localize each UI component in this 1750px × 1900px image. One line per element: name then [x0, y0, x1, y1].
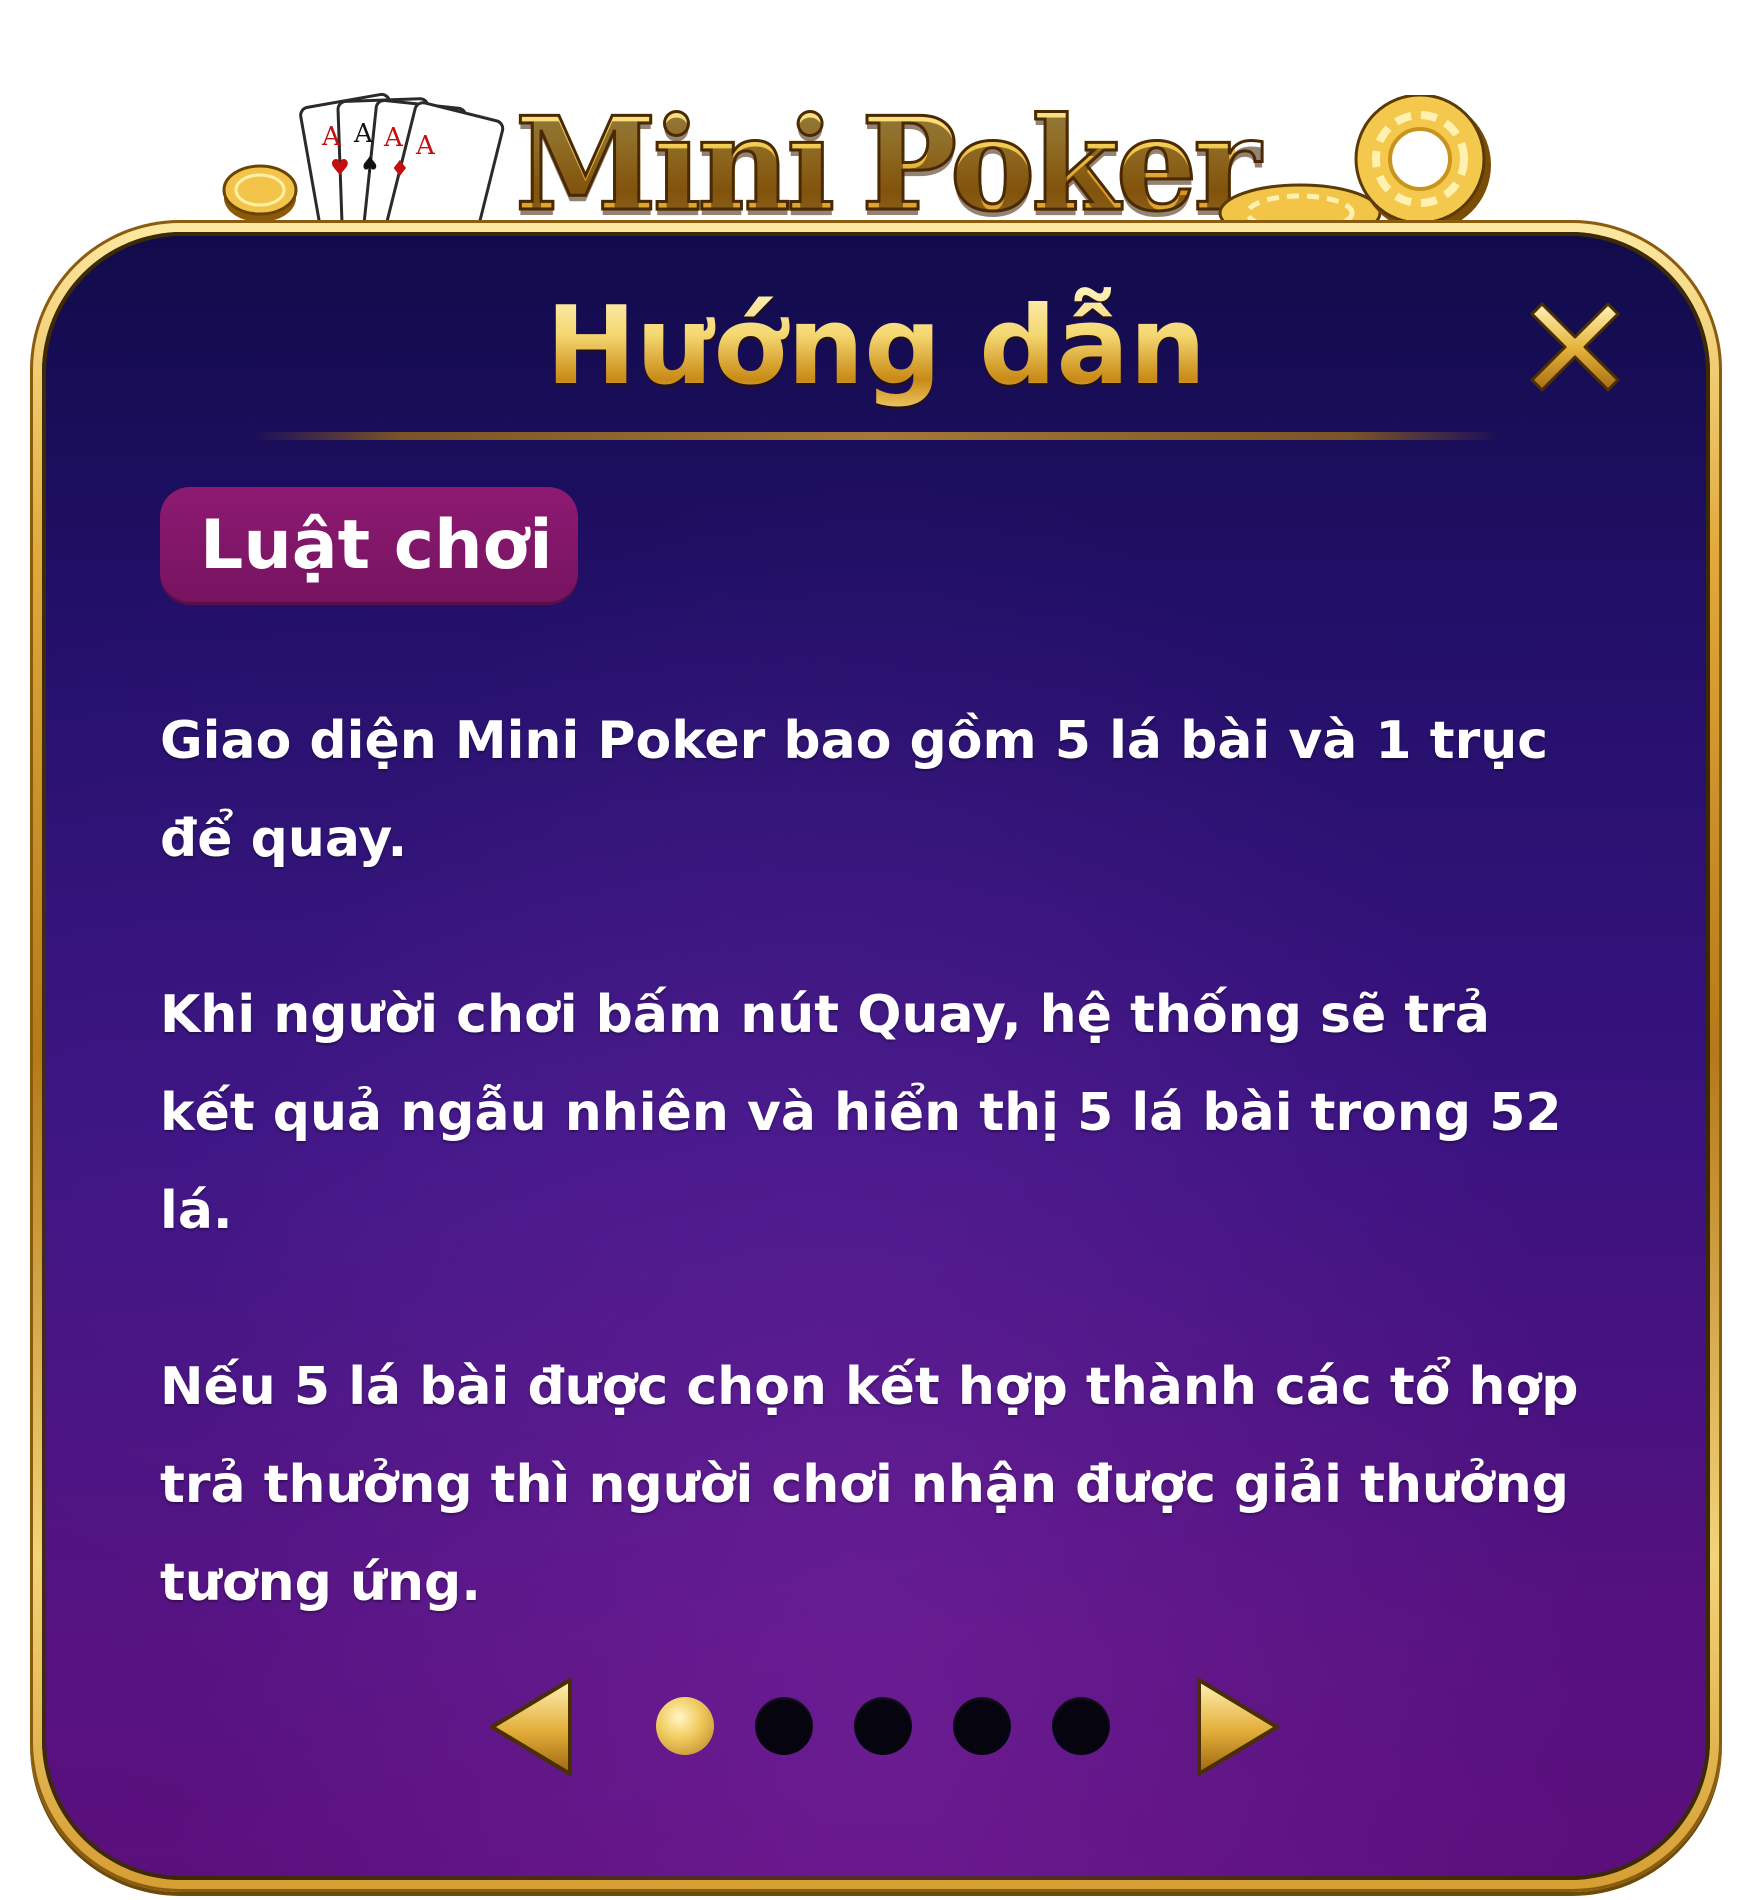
logo-word-poker: Poker	[860, 89, 1263, 242]
rules-paragraph: Giao diện Mini Poker bao gồm 5 lá bài và…	[160, 711, 1549, 869]
page-navigation	[42, 1672, 1710, 1792]
svg-text:A: A	[383, 123, 404, 153]
rules-paragraph: Khi người chơi bấm nút Quay, hệ thống sẽ…	[160, 985, 1562, 1241]
page-dot-2[interactable]	[755, 1697, 813, 1755]
svg-text:♠: ♠	[360, 153, 380, 178]
next-arrow-icon[interactable]	[1187, 1672, 1287, 1782]
guide-dialog: Hướng dẫn Luật chơi Giao diện Mini Poker…	[30, 220, 1722, 1892]
svg-text:A: A	[353, 119, 374, 149]
logo-word-mini: Mini	[514, 89, 837, 242]
dialog-title: Hướng dẫn	[42, 282, 1710, 412]
page-dot-3[interactable]	[854, 1697, 912, 1755]
prev-arrow-icon[interactable]	[482, 1672, 582, 1782]
svg-text:♥: ♥	[330, 156, 350, 181]
page-dot-1[interactable]	[656, 1697, 714, 1755]
svg-text:A: A	[415, 131, 436, 161]
section-badge: Luật chơi	[160, 487, 578, 605]
rules-content: Giao diện Mini Poker bao gồm 5 lá bài và…	[160, 692, 1580, 1710]
svg-text:♦: ♦	[390, 157, 410, 182]
svg-text:A: A	[321, 122, 342, 152]
mini-poker-logo: A A A A ♥ ♠ ♦ Mini Poker	[210, 40, 1500, 260]
rules-paragraph: Nếu 5 lá bài được chọn kết hợp thành các…	[160, 1357, 1579, 1613]
section-label: Luật chơi	[200, 506, 553, 585]
close-icon[interactable]	[1520, 292, 1630, 402]
page-dot-4[interactable]	[953, 1697, 1011, 1755]
title-divider	[252, 432, 1500, 440]
guide-dialog-body: Hướng dẫn Luật chơi Giao diện Mini Poker…	[42, 232, 1710, 1880]
page-dot-5[interactable]	[1052, 1697, 1110, 1755]
